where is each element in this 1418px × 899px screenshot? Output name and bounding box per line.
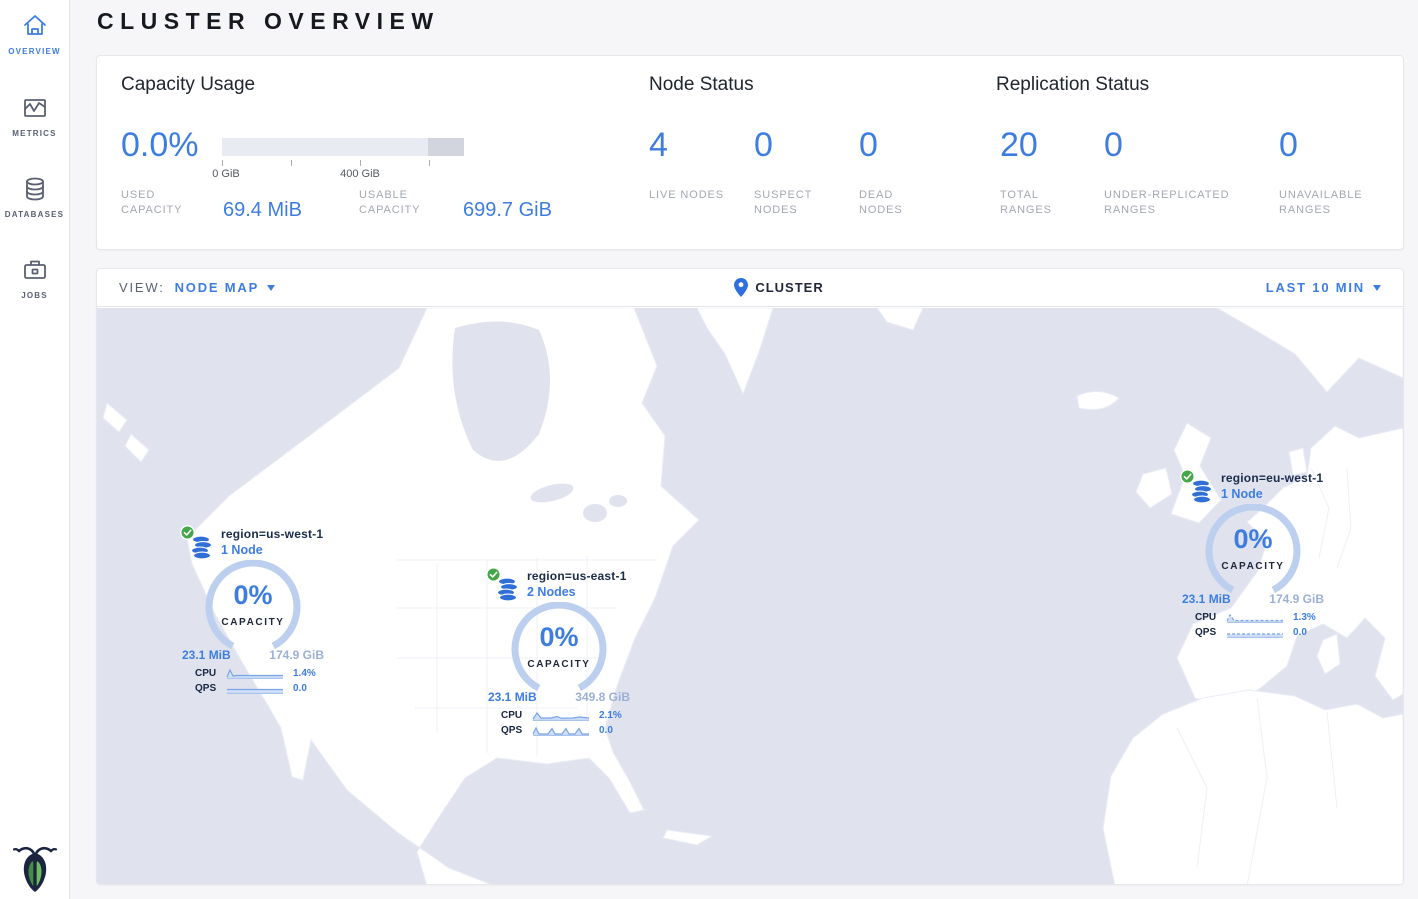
dead-nodes-label: DEAD NODES (859, 188, 939, 218)
page-title: CLUSTER OVERVIEW (97, 8, 440, 35)
sidebar-item-label: JOBS (21, 291, 48, 300)
locality-callout-us-west-1: region=us-west-1 1 Node 0% CAPACITY 23.1… (178, 527, 328, 694)
capacity-axis-tick: 400 GiB (340, 168, 380, 180)
location-pin-icon (734, 278, 748, 297)
cpu-sparkline (1226, 611, 1284, 623)
chevron-down-icon (267, 285, 275, 291)
usable-capacity-label: USABLE CAPACITY (359, 188, 454, 218)
sidebar-item-label: OVERVIEW (8, 47, 61, 56)
cpu-label: CPU (1195, 612, 1226, 623)
chevron-down-icon (1373, 285, 1381, 291)
qps-sparkline (532, 724, 590, 736)
view-label: VIEW: (119, 280, 165, 295)
unavailable-ranges-label: UNAVAILABLE RANGES (1279, 188, 1389, 218)
node-map-card: VIEW: NODE MAP CLUSTER LAST 10 MIN (96, 268, 1404, 885)
used-capacity-label: USED CAPACITY (121, 188, 216, 218)
gauge-percent: 0% (504, 622, 614, 653)
under-replicated-ranges-label: UNDER-REPLICATED RANGES (1104, 188, 1269, 218)
breadcrumb-label: CLUSTER (755, 280, 823, 295)
map-toolbar: VIEW: NODE MAP CLUSTER LAST 10 MIN (97, 269, 1403, 307)
databases-icon (21, 175, 49, 203)
capacity-bar-dark-segment (428, 138, 464, 156)
dead-nodes-value: 0 (859, 126, 878, 165)
view-selector[interactable]: NODE MAP (175, 280, 275, 295)
suspect-nodes-label: SUSPECT NODES (754, 188, 834, 218)
qps-value: 0.0 (1293, 627, 1307, 638)
locality-region-label: region=us-west-1 (221, 527, 323, 541)
live-nodes-label: LIVE NODES (649, 188, 729, 203)
sidebar-item-label: METRICS (12, 129, 56, 138)
capacity-gauge: 0% CAPACITY (198, 560, 308, 652)
qps-label: QPS (195, 683, 226, 694)
gauge-capacity-label: CAPACITY (1198, 561, 1308, 572)
sidebar: OVERVIEW METRICS DATABASES (0, 0, 70, 899)
time-range-selector[interactable]: LAST 10 MIN (1266, 280, 1381, 295)
sidebar-item-metrics[interactable]: METRICS (0, 81, 69, 162)
sidebar-item-databases[interactable]: DATABASES (0, 162, 69, 243)
locality-nodes-link[interactable]: 2 Nodes (527, 585, 627, 599)
cpu-sparkline (532, 709, 590, 721)
suspect-nodes-value: 0 (754, 126, 773, 165)
locality-region-label: region=us-east-1 (527, 569, 627, 583)
capacity-gauge: 0% CAPACITY (504, 602, 614, 694)
cluster-summary-card: Capacity Usage 0.0% 0 GiB 400 GiB USED C… (96, 55, 1404, 250)
home-icon (21, 12, 49, 40)
capacity-axis-tick: 0 GiB (212, 168, 240, 180)
total-ranges-value: 20 (1000, 126, 1038, 165)
cockroachdb-logo (13, 842, 57, 892)
gauge-percent: 0% (198, 580, 308, 611)
qps-label: QPS (1195, 627, 1226, 638)
qps-value: 0.0 (599, 725, 613, 736)
time-range-value: LAST 10 MIN (1266, 280, 1365, 295)
node-map-canvas[interactable]: region=us-west-1 1 Node 0% CAPACITY 23.1… (97, 308, 1403, 885)
qps-label: QPS (501, 725, 532, 736)
cpu-value: 1.4% (293, 668, 316, 679)
sidebar-item-jobs[interactable]: JOBS (0, 243, 69, 324)
cpu-label: CPU (501, 710, 532, 721)
cpu-sparkline (226, 667, 284, 679)
gauge-capacity-label: CAPACITY (198, 617, 308, 628)
qps-value: 0.0 (293, 683, 307, 694)
locality-region-label: region=eu-west-1 (1221, 471, 1323, 485)
metrics-icon (21, 94, 49, 122)
view-selector-value: NODE MAP (175, 280, 259, 295)
jobs-icon (21, 256, 49, 284)
locality-callout-eu-west-1: region=eu-west-1 1 Node 0% CAPACITY 23.1… (1178, 471, 1328, 638)
sidebar-item-overview[interactable]: OVERVIEW (0, 0, 69, 81)
cpu-value: 2.1% (599, 710, 622, 721)
capacity-used-percent: 0.0% (121, 126, 199, 165)
node-status-title: Node Status (649, 74, 754, 96)
locality-nodes-link[interactable]: 1 Node (221, 543, 323, 557)
cpu-label: CPU (195, 668, 226, 679)
capacity-gauge: 0% CAPACITY (1198, 504, 1308, 596)
qps-sparkline (1226, 626, 1284, 638)
qps-sparkline (226, 682, 284, 694)
live-nodes-value: 4 (649, 126, 668, 165)
capacity-usage-title: Capacity Usage (121, 74, 255, 96)
locality-breadcrumb[interactable]: CLUSTER (734, 278, 823, 297)
gauge-capacity-label: CAPACITY (504, 659, 614, 670)
usable-capacity-value: 699.7 GiB (463, 199, 552, 222)
gauge-percent: 0% (1198, 524, 1308, 555)
sidebar-item-label: DATABASES (5, 210, 64, 219)
cpu-value: 1.3% (1293, 612, 1316, 623)
total-ranges-label: TOTAL RANGES (1000, 188, 1080, 218)
locality-callout-us-east-1: region=us-east-1 2 Nodes 0% CAPACITY 23.… (484, 569, 634, 736)
capacity-bar (222, 138, 464, 156)
used-capacity-value: 69.4 MiB (223, 199, 302, 222)
unavailable-ranges-value: 0 (1279, 126, 1298, 165)
locality-nodes-link[interactable]: 1 Node (1221, 487, 1323, 501)
replication-status-title: Replication Status (996, 74, 1149, 96)
under-replicated-ranges-value: 0 (1104, 126, 1123, 165)
